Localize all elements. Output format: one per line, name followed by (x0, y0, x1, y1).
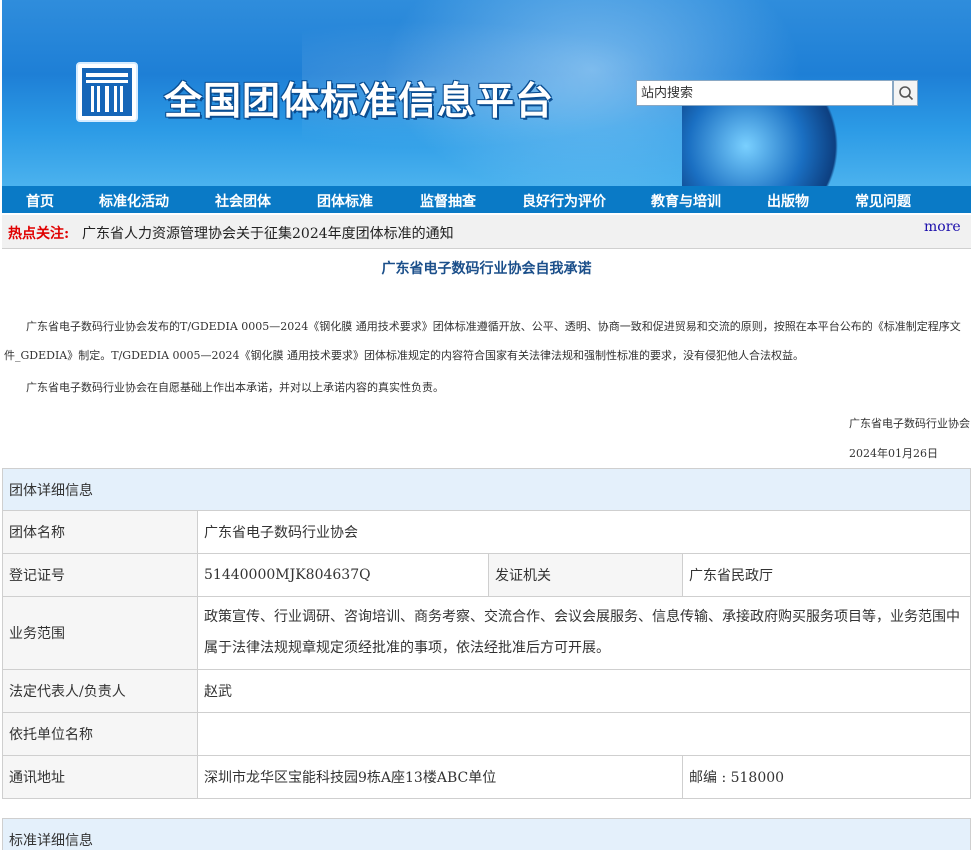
postal-code-value: 邮编 : 518000 (682, 755, 971, 799)
pledge-signer: 广东省电子数码行业协会 (849, 417, 970, 430)
field-label: 法定代表人/负责人 (2, 669, 198, 713)
field-label: 依托单位名称 (2, 712, 198, 756)
field-label: 通讯地址 (2, 755, 198, 799)
nav-item-publications[interactable]: 出版物 (767, 191, 809, 211)
search-input[interactable] (636, 80, 893, 106)
pledge-date: 2024年01月26日 (849, 447, 938, 460)
logo-emblem-icon (82, 68, 132, 116)
address-value: 深圳市龙华区宝能科技园9栋A座13楼ABC单位 (197, 755, 683, 799)
search-button[interactable] (893, 80, 918, 106)
standard-info-heading: 标准详细信息 (2, 818, 971, 850)
table-row: 通讯地址 深圳市龙华区宝能科技园9栋A座13楼ABC单位 邮编 : 518000 (2, 755, 971, 799)
table-row: 业务范围 政策宣传、行业调研、咨询培训、商务考察、交流合作、会议会展服务、信息传… (2, 596, 971, 670)
site-title: 全国团体标准信息平台 (164, 79, 555, 123)
page-title: 广东省电子数码行业协会自我承诺 (381, 261, 592, 277)
hot-topics-label: 热点关注: (8, 226, 70, 242)
table-row: 团体名称 广东省电子数码行业协会 (2, 510, 971, 554)
nav-item-groups[interactable]: 社会团体 (215, 191, 271, 211)
main-nav: 首页 标准化活动 社会团体 团体标准 监督抽查 良好行为评价 教育与培训 出版物… (2, 186, 971, 213)
field-label: 发证机关 (488, 553, 683, 597)
table-row: 依托单位名称 (2, 712, 971, 756)
nav-item-standardization[interactable]: 标准化活动 (99, 191, 169, 211)
host-unit-value (197, 712, 971, 756)
group-info-heading: 团体详细信息 (2, 468, 971, 511)
field-label: 登记证号 (2, 553, 198, 597)
nav-item-faq[interactable]: 常见问题 (855, 191, 911, 211)
issuer-value: 广东省民政厅 (682, 553, 971, 597)
nav-item-evaluation[interactable]: 良好行为评价 (522, 191, 606, 211)
site-logo[interactable] (76, 62, 138, 122)
field-label: 团体名称 (2, 510, 198, 554)
table-row: 登记证号 51440000MJK804637Q 发证机关 广东省民政厅 (2, 553, 971, 597)
reg-number-value: 51440000MJK804637Q (197, 553, 489, 597)
business-scope-value: 政策宣传、行业调研、咨询培训、商务考察、交流合作、会议会展服务、信息传输、承接政… (197, 596, 971, 670)
table-header-row: 团体详细信息 (2, 468, 971, 511)
nav-item-inspection[interactable]: 监督抽查 (420, 191, 476, 211)
representative-value: 赵武 (197, 669, 971, 713)
table-row: 法定代表人/负责人 赵武 (2, 669, 971, 713)
group-name-value: 广东省电子数码行业协会 (197, 510, 971, 554)
nav-item-training[interactable]: 教育与培训 (651, 191, 721, 211)
standard-info-table: 标准详细信息 (2, 818, 971, 850)
table-header-row: 标准详细信息 (2, 818, 971, 850)
nav-item-group-standards[interactable]: 团体标准 (317, 191, 373, 211)
nav-item-home[interactable]: 首页 (26, 191, 54, 211)
hot-news-link[interactable]: 广东省人力资源管理协会关于征集2024年度团体标准的通知 (82, 223, 454, 243)
hot-topics-bar: 热点关注: 广东省人力资源管理协会关于征集2024年度团体标准的通知 more (2, 215, 971, 249)
search-icon (898, 86, 913, 101)
pledge-paragraph-2: 广东省电子数码行业协会在自愿基础上作出本承诺，并对以上承诺内容的真实性负责。 (4, 381, 444, 394)
more-link[interactable]: more (924, 219, 961, 235)
field-label: 业务范围 (2, 596, 198, 670)
pledge-paragraph-1: 广东省电子数码行业协会发布的T/GDEDIA 0005—2024《钢化膜 通用技… (4, 320, 961, 362)
group-info-table: 团体详细信息 团体名称 广东省电子数码行业协会 登记证号 51440000MJK… (2, 468, 971, 799)
